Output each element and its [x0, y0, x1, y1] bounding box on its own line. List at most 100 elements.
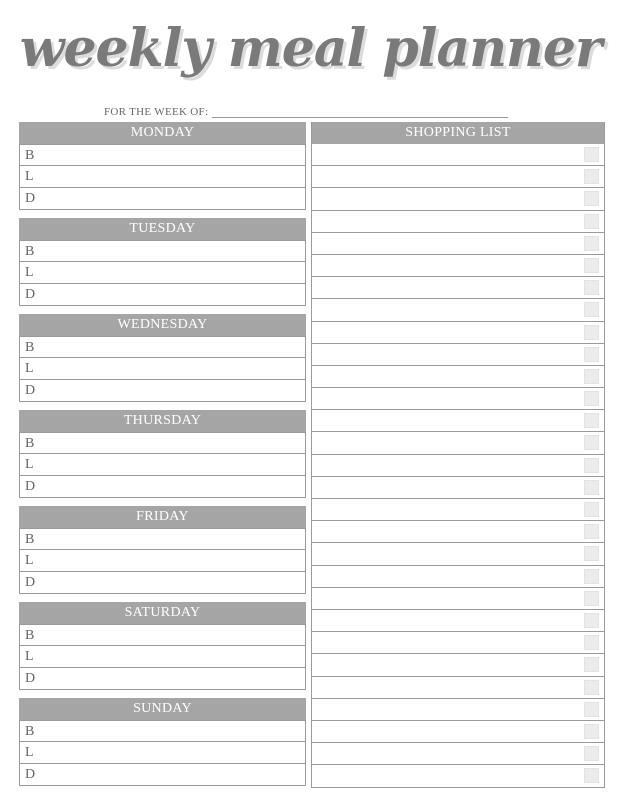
meal-row[interactable]: L — [19, 550, 306, 572]
shopping-list-item[interactable] — [312, 743, 604, 766]
checkbox-icon[interactable] — [584, 147, 599, 162]
day-block-sunday: SUNDAY B L D — [19, 698, 306, 786]
meal-label: D — [25, 191, 36, 206]
meal-row[interactable]: B — [19, 720, 306, 742]
shopping-list-item[interactable] — [312, 299, 604, 322]
shopping-list-item[interactable] — [312, 721, 604, 744]
shopping-list-item[interactable] — [312, 677, 604, 699]
shopping-list-item[interactable] — [312, 543, 604, 566]
meal-row[interactable]: D — [19, 668, 306, 690]
checkbox-icon[interactable] — [584, 679, 599, 695]
shopping-list-item[interactable] — [312, 588, 604, 610]
shopping-list-item[interactable] — [312, 344, 604, 366]
checkbox-icon[interactable] — [584, 768, 599, 784]
meal-row[interactable]: D — [19, 476, 306, 498]
checkbox-icon[interactable] — [584, 257, 599, 273]
meal-label: D — [25, 287, 36, 302]
meal-row[interactable]: B — [19, 144, 306, 166]
meal-label: L — [25, 361, 34, 376]
shopping-list-item[interactable] — [312, 233, 604, 255]
checkbox-icon[interactable] — [584, 191, 599, 207]
meal-label: L — [25, 457, 34, 472]
week-of-line[interactable] — [212, 107, 508, 118]
shopping-list-item[interactable] — [312, 277, 604, 300]
shopping-list-item[interactable] — [312, 566, 604, 588]
checkbox-icon[interactable] — [584, 701, 599, 717]
checkbox-icon[interactable] — [584, 457, 599, 473]
checkbox-icon[interactable] — [584, 413, 599, 429]
day-header: SUNDAY — [19, 698, 306, 720]
shopping-list-item[interactable] — [312, 521, 604, 544]
meal-row[interactable]: B — [19, 336, 306, 358]
checkbox-icon[interactable] — [584, 213, 599, 229]
meal-label: L — [25, 265, 34, 280]
meal-row[interactable]: L — [19, 358, 306, 380]
day-block-wednesday: WEDNESDAY B L D — [19, 314, 306, 402]
day-header: WEDNESDAY — [19, 314, 306, 336]
day-block-saturday: SATURDAY B L D — [19, 602, 306, 690]
checkbox-icon[interactable] — [584, 302, 599, 318]
checkbox-icon[interactable] — [584, 546, 599, 562]
meal-row[interactable]: L — [19, 454, 306, 476]
checkbox-icon[interactable] — [584, 524, 599, 540]
meal-label: B — [25, 436, 35, 451]
shopping-list-item[interactable] — [312, 699, 604, 721]
shopping-list-item[interactable] — [312, 388, 604, 411]
shopping-list-item[interactable] — [312, 188, 604, 211]
shopping-list-item[interactable] — [312, 765, 604, 787]
meal-label: L — [25, 745, 34, 760]
checkbox-icon[interactable] — [584, 479, 599, 495]
shopping-list-item[interactable] — [312, 632, 604, 655]
shopping-list-item[interactable] — [312, 432, 604, 455]
checkbox-icon[interactable] — [584, 435, 599, 451]
meal-row[interactable]: L — [19, 166, 306, 188]
meal-row[interactable]: L — [19, 646, 306, 668]
shopping-list-item[interactable] — [312, 610, 604, 633]
meal-row[interactable]: D — [19, 572, 306, 594]
checkbox-icon[interactable] — [584, 635, 599, 651]
meal-row[interactable]: B — [19, 624, 306, 646]
meal-label: B — [25, 724, 35, 739]
shopping-list-item[interactable] — [312, 144, 604, 167]
checkbox-icon[interactable] — [584, 235, 599, 251]
day-block-friday: FRIDAY B L D — [19, 506, 306, 594]
shopping-list-item[interactable] — [312, 322, 604, 344]
checkbox-icon[interactable] — [584, 391, 599, 407]
shopping-list-item[interactable] — [312, 654, 604, 677]
meal-label: D — [25, 575, 36, 590]
page-title: weekly meal planner — [19, 18, 603, 79]
checkbox-icon[interactable] — [584, 346, 599, 362]
checkbox-icon[interactable] — [584, 368, 599, 384]
shopping-list-item[interactable] — [312, 455, 604, 477]
meal-row[interactable]: D — [19, 284, 306, 306]
meal-label: D — [25, 479, 36, 494]
checkbox-icon[interactable] — [584, 657, 599, 673]
checkbox-icon[interactable] — [584, 590, 599, 606]
checkbox-icon[interactable] — [584, 169, 599, 185]
meal-row[interactable]: L — [19, 742, 306, 764]
meal-row[interactable]: B — [19, 528, 306, 550]
week-of-label: FOR THE WEEK OF: — [104, 106, 209, 118]
shopping-list-item[interactable] — [312, 255, 604, 278]
shopping-list: SHOPPING LIST — [311, 122, 605, 789]
shopping-list-item[interactable] — [312, 366, 604, 389]
checkbox-icon[interactable] — [584, 502, 599, 517]
meal-row[interactable]: D — [19, 188, 306, 210]
shopping-list-item[interactable] — [312, 499, 604, 522]
week-of-field: FOR THE WEEK OF: — [104, 104, 508, 118]
meal-row[interactable]: D — [19, 764, 306, 786]
checkbox-icon[interactable] — [584, 280, 599, 296]
checkbox-icon[interactable] — [584, 568, 599, 584]
meal-row[interactable]: B — [19, 432, 306, 454]
meal-row[interactable]: B — [19, 240, 306, 262]
shopping-list-item[interactable] — [312, 166, 604, 189]
shopping-list-item[interactable] — [312, 211, 604, 233]
meal-row[interactable]: L — [19, 262, 306, 284]
shopping-list-item[interactable] — [312, 477, 604, 499]
shopping-list-item[interactable] — [312, 410, 604, 433]
checkbox-icon[interactable] — [584, 612, 599, 628]
checkbox-icon[interactable] — [584, 723, 599, 739]
checkbox-icon[interactable] — [584, 746, 599, 762]
checkbox-icon[interactable] — [584, 324, 599, 340]
meal-row[interactable]: D — [19, 380, 306, 402]
